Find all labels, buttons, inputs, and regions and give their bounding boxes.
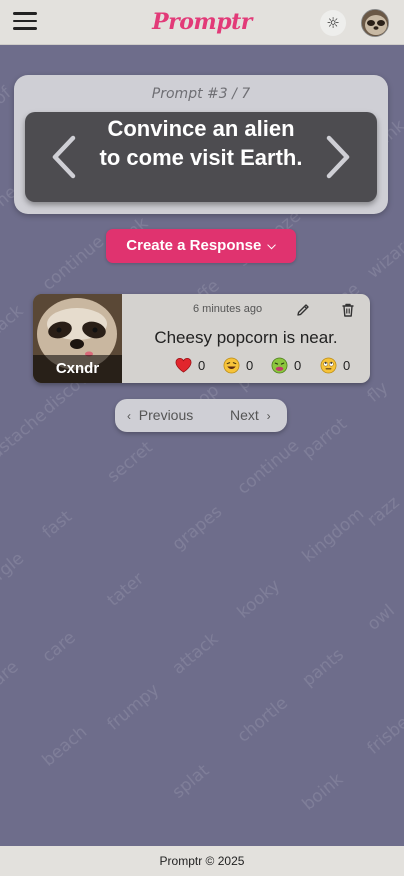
background-word: kooky xyxy=(233,575,285,623)
background-word: frisbee xyxy=(363,705,404,759)
background-word: gurgle xyxy=(0,548,28,599)
background-word: wizard xyxy=(363,231,404,283)
reaction-count: 0 xyxy=(198,358,206,374)
create-response-button[interactable]: Create a Response ⌵ xyxy=(106,229,296,263)
previous-prompt-arrow-icon[interactable] xyxy=(47,132,81,182)
create-response-label: Create a Response xyxy=(126,237,262,254)
background-word: mustache xyxy=(0,405,51,475)
reaction-nauseated[interactable]: 0 xyxy=(271,357,301,375)
background-word: beach xyxy=(38,722,92,771)
response-card: Cxndr 6 minutes ago Cheesy popcorn is ne… xyxy=(33,294,370,383)
previous-label: Previous xyxy=(138,407,194,423)
next-page-button[interactable]: Next › xyxy=(230,407,271,423)
edit-pencil-icon[interactable] xyxy=(295,302,311,318)
previous-page-button[interactable]: ‹ Previous xyxy=(127,407,193,423)
reaction-count: 0 xyxy=(343,358,351,374)
background-word: kingdom xyxy=(298,503,369,567)
background-word: tater xyxy=(103,568,148,611)
responder-avatar[interactable]: Cxndr xyxy=(33,294,122,383)
background-word: parrot xyxy=(298,414,351,463)
response-text: Cheesy popcorn is near. xyxy=(154,328,338,347)
background-word: fly xyxy=(363,377,393,407)
background-word: share xyxy=(0,657,23,703)
footer: Promptr © 2025 xyxy=(0,846,404,876)
reaction-laughing[interactable]: 0 xyxy=(223,357,253,375)
background-word: continue xyxy=(233,435,304,499)
pagination: ‹ Previous Next › xyxy=(115,399,287,432)
background-word: attack xyxy=(168,629,223,679)
background-word: goof xyxy=(0,83,16,123)
reaction-heart[interactable]: 0 xyxy=(175,357,205,375)
user-avatar[interactable] xyxy=(361,9,389,37)
background-word: razz xyxy=(363,492,404,531)
next-label: Next xyxy=(230,407,259,423)
trash-icon[interactable] xyxy=(340,302,356,318)
heart-icon xyxy=(175,358,192,373)
sun-icon[interactable]: ☼ xyxy=(320,10,346,36)
background-word: pants xyxy=(298,644,348,691)
prompt-counter: Prompt #3 / 7 xyxy=(151,86,251,102)
response-timestamp: 6 minutes ago xyxy=(193,303,263,315)
eye-roll-face-icon xyxy=(320,357,337,374)
prompt-box: Convince an alien to come visit Earth. xyxy=(25,112,377,202)
background-word: continue xyxy=(38,231,109,295)
chevron-down-icon: ⌵ xyxy=(267,240,276,252)
background-word: grapes xyxy=(168,501,227,555)
app-header: Promptr ☼ xyxy=(0,0,404,45)
background-word: fast xyxy=(38,506,76,543)
background-word: attack xyxy=(0,301,28,351)
background-word: care xyxy=(38,627,80,667)
background-word: chortle xyxy=(233,693,292,747)
laughing-face-icon xyxy=(223,357,240,374)
next-prompt-arrow-icon[interactable] xyxy=(321,132,355,182)
background-word: splat xyxy=(168,760,214,803)
prompt-text: Convince an alien to come visit Earth. xyxy=(99,116,303,170)
responder-username: Cxndr xyxy=(33,355,122,383)
background-word: owl xyxy=(363,600,399,635)
background-word: secret xyxy=(103,437,157,487)
nauseated-face-icon xyxy=(271,357,288,374)
reaction-count: 0 xyxy=(294,358,302,374)
prompt-card: Prompt #3 / 7 Convince an alien to come … xyxy=(14,75,388,214)
reaction-eye-roll[interactable]: 0 xyxy=(320,357,350,375)
chevron-left-icon: ‹ xyxy=(127,409,131,423)
background-word: frumpy xyxy=(103,680,164,735)
background-word: boink xyxy=(298,769,348,815)
chevron-right-icon: › xyxy=(266,409,271,423)
reaction-bar: 0 0 0 0 xyxy=(175,357,357,377)
reaction-count: 0 xyxy=(246,358,254,374)
